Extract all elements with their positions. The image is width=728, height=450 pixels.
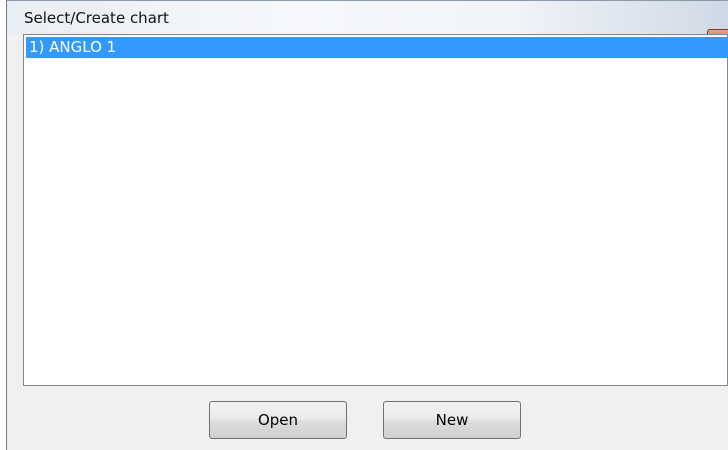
new-button[interactable]: New <box>383 401 521 439</box>
title-bar[interactable]: Select/Create chart <box>7 1 728 34</box>
select-create-chart-dialog: Select/Create chart x 1) ANGLO 1 Open Ne… <box>6 0 728 450</box>
chart-listbox[interactable]: 1) ANGLO 1 <box>23 34 728 386</box>
list-item[interactable]: 1) ANGLO 1 <box>26 37 728 58</box>
window-title: Select/Create chart <box>24 9 169 27</box>
open-button[interactable]: Open <box>209 401 347 439</box>
